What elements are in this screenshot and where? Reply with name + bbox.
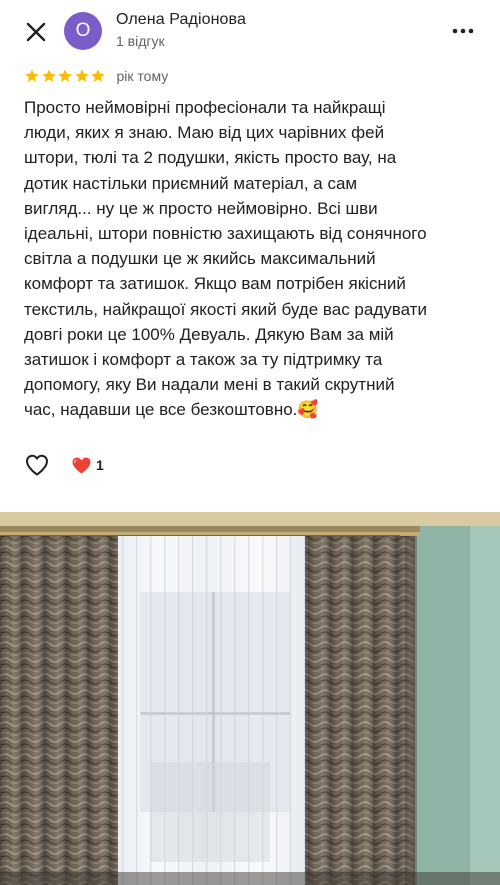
close-icon[interactable]	[22, 18, 50, 46]
star-icon	[91, 69, 105, 82]
star-icon	[25, 69, 39, 82]
red-heart-icon	[72, 457, 91, 473]
star-icon	[74, 69, 89, 82]
curtains-and-tulle-photo[interactable]	[0, 512, 500, 885]
reviewer-review-count: 1 відгук	[116, 33, 165, 49]
reviewer-name[interactable]: Олена Радіонова	[116, 11, 246, 29]
review-text: Просто неймовірні професіонали та найкра…	[24, 98, 427, 420]
review-time: рік тому	[116, 68, 169, 84]
reaction-count: 1	[96, 457, 104, 473]
reaction-summary[interactable]: 1	[72, 457, 104, 474]
heart-outline-icon[interactable]	[24, 452, 50, 478]
avatar[interactable]: О	[64, 12, 102, 50]
review-header: О Олена Радіонова 1 відгук	[0, 0, 500, 64]
rating-row: рік тому	[24, 66, 168, 86]
star-rating	[24, 68, 107, 84]
review-actions: 1	[24, 452, 104, 478]
star-icon	[58, 69, 72, 82]
star-icon	[41, 69, 56, 82]
more-vertical-icon[interactable]	[452, 20, 474, 42]
